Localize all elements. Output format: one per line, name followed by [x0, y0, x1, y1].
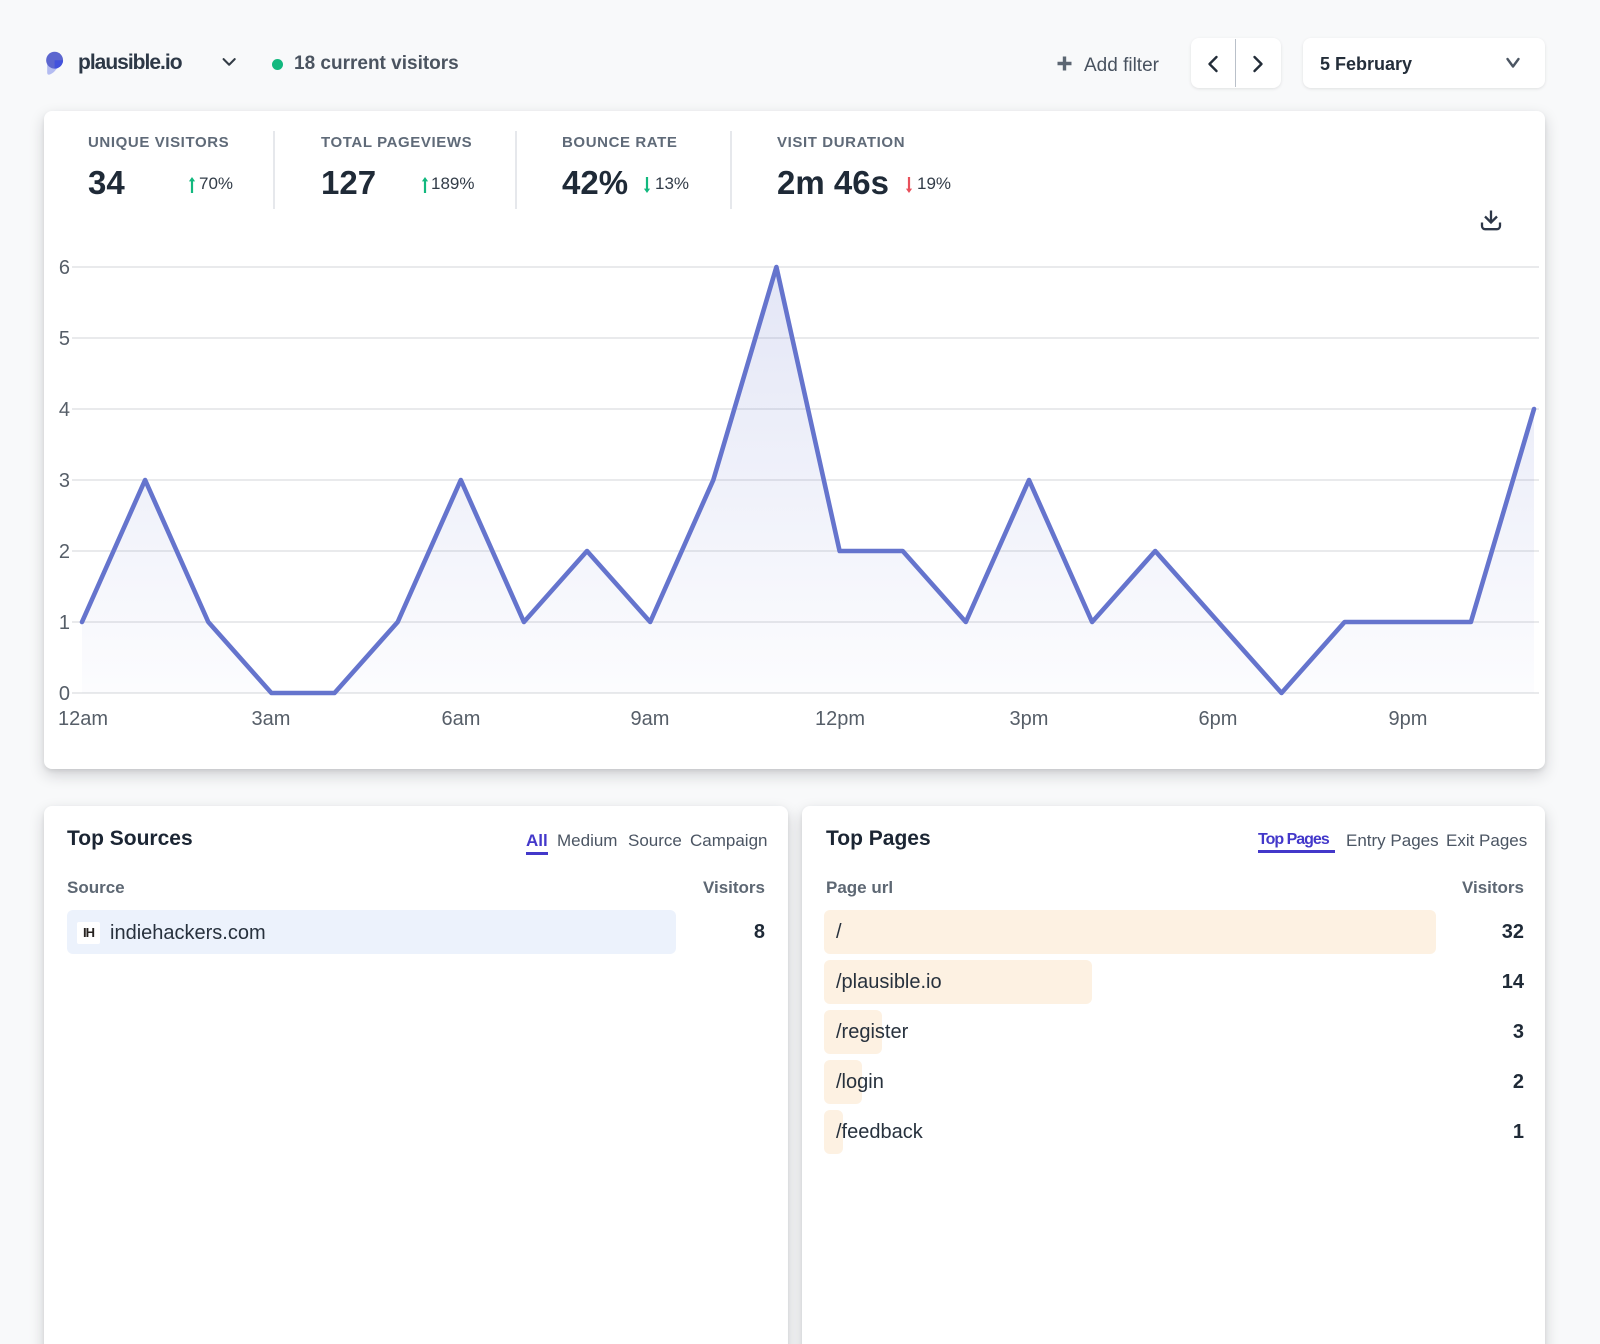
svg-text:3am: 3am: [252, 708, 291, 730]
svg-text:9am: 9am: [631, 708, 670, 730]
svg-text:4: 4: [59, 399, 70, 421]
svg-text:3: 3: [59, 470, 70, 492]
svg-text:2: 2: [59, 541, 70, 563]
svg-text:1: 1: [59, 612, 70, 634]
svg-text:3pm: 3pm: [1010, 708, 1049, 730]
svg-text:0: 0: [59, 683, 70, 705]
svg-text:6pm: 6pm: [1199, 708, 1238, 730]
svg-text:12am: 12am: [58, 708, 108, 730]
svg-text:5: 5: [59, 328, 70, 350]
svg-text:6: 6: [59, 257, 70, 279]
svg-text:12pm: 12pm: [815, 708, 865, 730]
svg-text:9pm: 9pm: [1389, 708, 1428, 730]
svg-text:6am: 6am: [442, 708, 481, 730]
